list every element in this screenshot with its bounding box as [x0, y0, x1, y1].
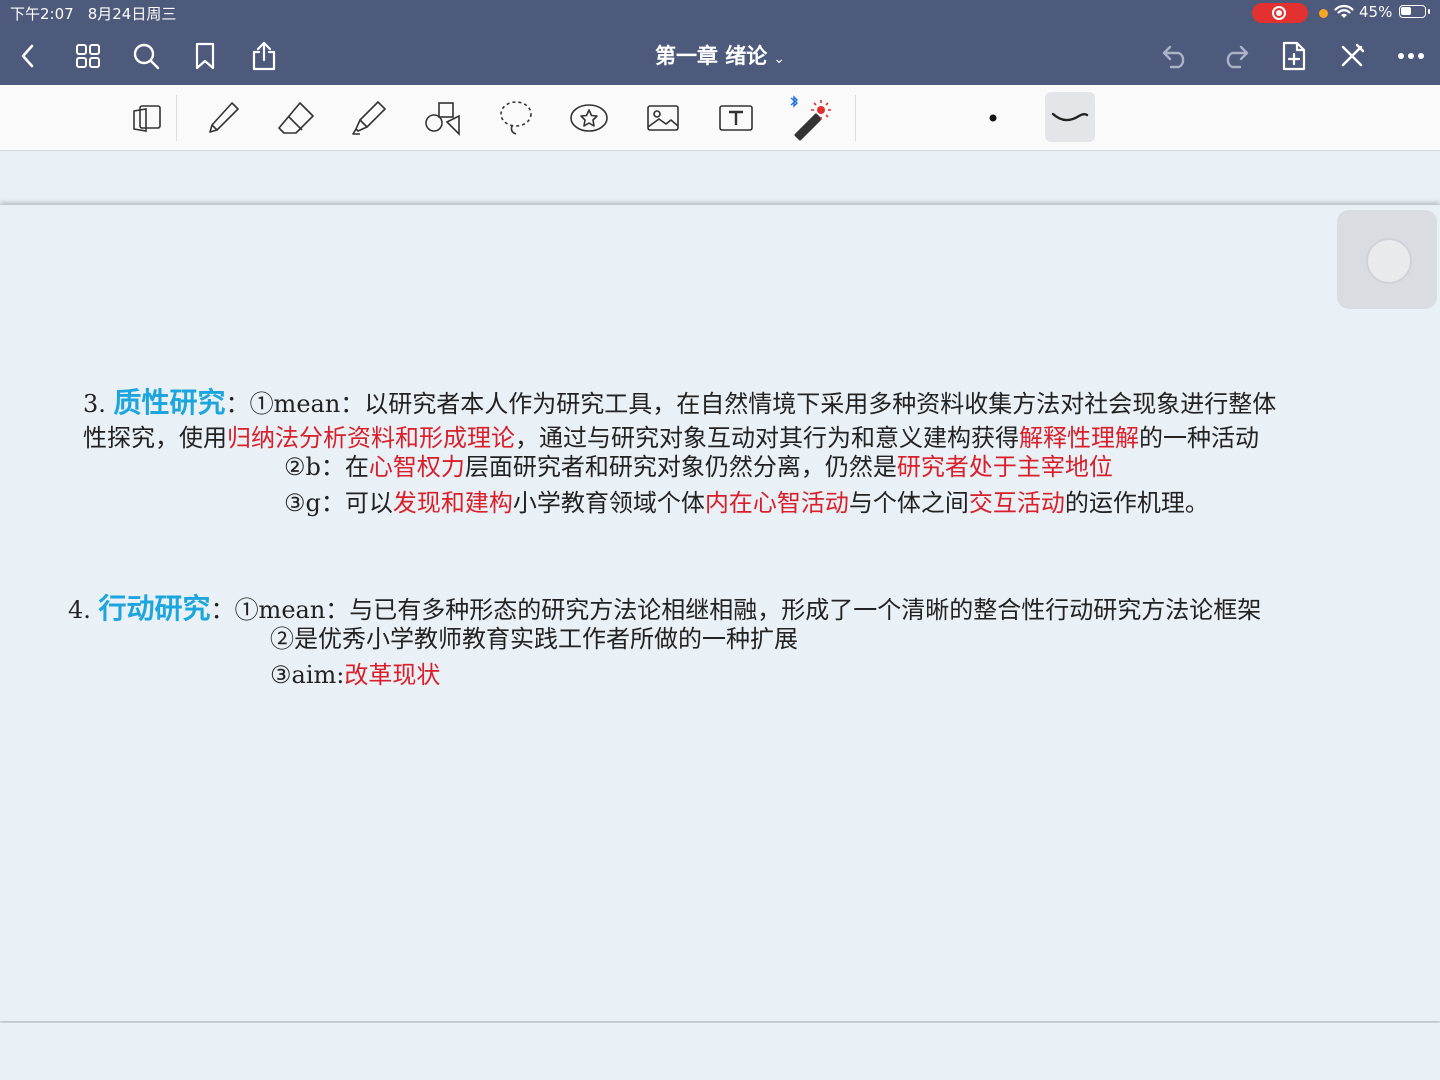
flip-page-tool[interactable]	[124, 95, 170, 141]
note-text: ②b：在	[284, 453, 369, 481]
bookmark-button[interactable]	[187, 38, 223, 74]
pen-tool[interactable]	[200, 95, 246, 141]
bookmark-icon	[195, 42, 215, 70]
thumbnails-button[interactable]	[70, 38, 106, 74]
note-text: ③g：可以	[284, 489, 393, 517]
undo-button[interactable]	[1158, 38, 1194, 74]
record-icon	[1272, 6, 1286, 20]
sticker-icon	[570, 104, 608, 132]
document-title-menu[interactable]: 第一章 绪论 ⌄	[560, 40, 880, 70]
undo-icon	[1162, 45, 1185, 69]
note-text: 小学教育领域个体	[512, 489, 705, 517]
note-line: ②b：在心智权力层面研究者和研究对象仍然分离，仍然是研究者处于主宰地位	[284, 455, 1113, 479]
screen-recording-indicator[interactable]	[1252, 3, 1308, 23]
pen-icon	[209, 102, 239, 133]
battery-percent: 45%	[1359, 3, 1393, 21]
image-icon	[647, 105, 679, 131]
add-page-button[interactable]	[1276, 38, 1312, 74]
highlighter-tool[interactable]	[346, 95, 392, 141]
note-line: ③aim:改革现状	[270, 663, 440, 687]
back-icon	[21, 44, 34, 68]
grid-icon	[76, 44, 100, 68]
note-highlight: 心智权力	[368, 453, 465, 481]
laser-pointer-icon	[790, 95, 831, 141]
assistive-touch-icon	[1366, 238, 1412, 284]
laser-pointer-tool[interactable]	[786, 95, 832, 141]
note-text: ①mean：与已有多种形态的研究方法论相继相融，形成了一个清晰的整合性行动研究方…	[234, 596, 1262, 624]
note-text: 的一种活动	[1139, 424, 1259, 452]
section-number: 4.	[68, 596, 91, 624]
heading-colon: ：	[225, 390, 250, 418]
eraser-icon	[278, 102, 314, 134]
note-highlight: 解释性理解	[1019, 424, 1139, 452]
flip-page-icon	[133, 105, 161, 132]
note-line: 性探究，使用归纳法分析资料和形成理论，通过与研究对象互动对其行为和意义建构获得解…	[83, 426, 1259, 450]
note-text: 性探究，使用	[83, 424, 227, 452]
text-box-icon	[719, 105, 753, 131]
note-text: ，通过与研究对象互动对其行为和意义建构获得	[515, 424, 1019, 452]
toolbar-divider	[855, 95, 856, 141]
note-text: ②是优秀小学教师教育实践工作者所做的一种扩展	[270, 625, 798, 653]
sticker-tool[interactable]	[566, 95, 612, 141]
note-text: ③aim:	[270, 661, 345, 689]
stroke-size-option[interactable]	[970, 95, 1016, 141]
share-button[interactable]	[246, 38, 282, 74]
status-time: 下午2:07	[10, 5, 74, 23]
highlighter-icon	[352, 101, 386, 135]
note-highlight: 研究者处于主宰地位	[896, 453, 1113, 481]
shapes-tool[interactable]	[419, 95, 465, 141]
drawing-toolbar	[0, 85, 1440, 151]
note-text: 的运作机理。	[1064, 489, 1209, 517]
battery-icon	[1399, 5, 1430, 18]
page-gap	[0, 151, 1440, 204]
note-highlight: 内在心智活动	[704, 489, 849, 517]
redo-button[interactable]	[1217, 38, 1253, 74]
wifi-icon	[1334, 4, 1354, 18]
more-icon	[1398, 53, 1424, 59]
section-heading: 质性研究	[113, 386, 226, 419]
lasso-icon	[500, 101, 532, 135]
more-button[interactable]	[1393, 38, 1429, 74]
dot-size-icon	[989, 114, 997, 122]
heading-colon: ：	[210, 596, 235, 624]
stroke-style-option[interactable]	[1045, 92, 1095, 142]
stroke-style-icon	[1051, 112, 1089, 122]
section-number: 3.	[83, 390, 106, 418]
status-time-date: 下午2:07 8月24日周三	[10, 3, 190, 24]
close-pen-icon	[1341, 43, 1365, 67]
exit-pen-mode-button[interactable]	[1334, 38, 1370, 74]
redo-icon	[1226, 45, 1249, 69]
note-text: ①mean：以研究者本人作为研究工具，在自然情境下采用多种资料收集方法对社会现象…	[249, 390, 1277, 418]
top-bar: 下午2:07 8月24日周三 45% 第一章 绪论 ⌄	[0, 0, 1440, 85]
note-highlight: 归纳法分析资料和形成理论	[227, 424, 515, 452]
document-title: 第一章 绪论	[654, 44, 768, 68]
search-icon	[133, 43, 160, 70]
toolbar-divider	[176, 95, 177, 141]
note-line: ②是优秀小学教师教育实践工作者所做的一种扩展	[270, 627, 798, 651]
floating-assistive-button[interactable]	[1337, 210, 1437, 309]
status-date: 8月24日周三	[87, 5, 177, 23]
lasso-tool[interactable]	[493, 95, 539, 141]
page-gap	[0, 1023, 1440, 1080]
note-line: ③g：可以发现和建构小学教育领域个体内在心智活动与个体之间交互活动的运作机理。	[284, 491, 1209, 515]
privacy-dot-icon	[1319, 9, 1328, 18]
note-highlight: 改革现状	[344, 661, 441, 689]
add-page-icon	[1282, 41, 1306, 71]
search-button[interactable]	[128, 38, 164, 74]
note-highlight: 发现和建构	[392, 489, 513, 517]
text-box-tool[interactable]	[713, 95, 759, 141]
eraser-tool[interactable]	[273, 95, 319, 141]
note-text: 层面研究者和研究对象仍然分离，仍然是	[464, 453, 897, 481]
note-line: 4. 行动研究：①mean：与已有多种形态的研究方法论相继相融，形成了一个清晰的…	[68, 595, 1261, 623]
note-line: 3. 质性研究：①mean：以研究者本人作为研究工具，在自然情境下采用多种资料收…	[83, 389, 1276, 417]
section-heading: 行动研究	[98, 592, 211, 625]
image-tool[interactable]	[640, 95, 686, 141]
shapes-icon	[425, 102, 460, 136]
chevron-down-icon: ⌄	[773, 51, 786, 67]
back-button[interactable]	[10, 38, 46, 74]
share-icon	[252, 41, 276, 71]
note-text: 与个体之间	[848, 489, 969, 517]
note-highlight: 交互活动	[968, 489, 1065, 517]
